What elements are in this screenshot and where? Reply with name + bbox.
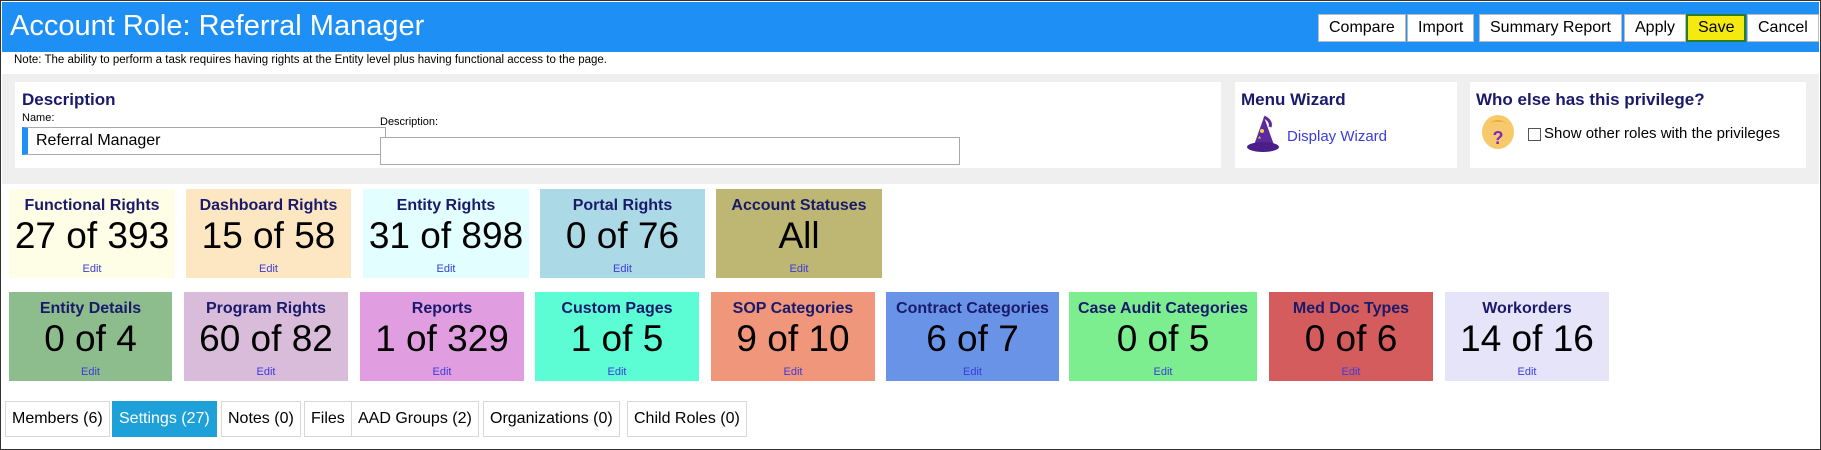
access-note: Note: The ability to perform a task requ… [14, 54, 608, 66]
tile-title: Entity Details [39, 300, 142, 317]
tile-title: Entity Rights [396, 197, 496, 214]
tile-title: Account Statuses [731, 197, 867, 214]
tile-title: Reports [411, 300, 473, 317]
name-input[interactable] [22, 127, 386, 155]
tile-edit-link[interactable]: Edit [1445, 366, 1609, 378]
tile-title: Functional Rights [24, 197, 160, 214]
tile-value: 0 of 5 [1116, 318, 1210, 359]
tile-title: Custom Pages [561, 300, 673, 317]
person-question-icon: ? [1482, 115, 1514, 149]
tile-value: 14 of 16 [1460, 318, 1594, 359]
tile-edit-link[interactable]: Edit [1069, 366, 1257, 378]
tile-edit-link[interactable]: Edit [1269, 366, 1433, 378]
tab-members[interactable]: Members (6) [5, 401, 110, 437]
show-other-roles-checkbox[interactable] [1528, 128, 1541, 141]
app-frame: Account Role: Referral Manager Compare I… [0, 0, 1821, 450]
tile-value: 60 of 82 [199, 318, 333, 359]
description-label: Description: [380, 116, 439, 128]
workorders-tile[interactable]: Workorders 14 of 16 Edit [1445, 292, 1609, 381]
tile-title: Dashboard Rights [199, 197, 338, 214]
contract-categories-tile[interactable]: Contract Categories 6 of 7 Edit [886, 292, 1059, 381]
tab-files[interactable]: Files [304, 401, 352, 437]
privilege-panel: Who else has this privilege? ? Show othe… [1470, 82, 1806, 168]
tile-value: All [778, 215, 820, 256]
tile-value: 15 of 58 [201, 215, 336, 256]
summary-report-button[interactable]: Summary Report [1479, 14, 1622, 42]
display-wizard-link[interactable]: Display Wizard [1287, 128, 1387, 145]
tile-edit-link[interactable]: Edit [886, 366, 1059, 378]
menu-wizard-heading: Menu Wizard [1241, 90, 1346, 109]
description-input[interactable] [380, 137, 960, 165]
tile-edit-link[interactable]: Edit [711, 366, 875, 378]
tile-title: Program Rights [205, 300, 326, 317]
dashboard-rights-tile[interactable]: Dashboard Rights 15 of 58 Edit [186, 189, 351, 278]
compare-button[interactable]: Compare [1318, 14, 1406, 42]
tile-value: 1 of 5 [570, 318, 664, 359]
show-other-roles-label: Show other roles with the privileges [1544, 125, 1780, 142]
description-heading: Description [22, 90, 116, 109]
tab-organizations[interactable]: Organizations (0) [483, 401, 620, 437]
description-panel: Description Name: Description: [15, 82, 1221, 168]
tab-notes[interactable]: Notes (0) [221, 401, 301, 437]
tile-value: 1 of 329 [375, 318, 509, 359]
tile-value: 9 of 10 [736, 318, 850, 359]
wizard-hat-icon [1247, 115, 1279, 152]
custom-pages-tile[interactable]: Custom Pages 1 of 5 Edit [535, 292, 699, 381]
tab-settings[interactable]: Settings (27) [112, 401, 217, 437]
tile-value: 0 of 4 [44, 318, 137, 359]
tile-edit-link[interactable]: Edit [9, 263, 175, 275]
reports-tile[interactable]: Reports 1 of 329 Edit [360, 292, 524, 381]
tile-title: Portal Rights [572, 197, 673, 214]
tile-value: 31 of 898 [368, 215, 524, 256]
tile-title: Case Audit Categories [1077, 300, 1249, 317]
tile-edit-link[interactable]: Edit [535, 366, 699, 378]
tile-value: 27 of 393 [14, 215, 170, 256]
svg-text:?: ? [1493, 128, 1504, 148]
import-button[interactable]: Import [1407, 14, 1475, 42]
program-rights-tile[interactable]: Program Rights 60 of 82 Edit [184, 292, 348, 381]
header-bar: Account Role: Referral Manager Compare I… [2, 2, 1819, 52]
name-label: Name: [22, 112, 55, 124]
tile-edit-link[interactable]: Edit [363, 263, 529, 275]
tile-value: 6 of 7 [926, 318, 1019, 359]
tile-edit-link[interactable]: Edit [360, 366, 524, 378]
tile-edit-link[interactable]: Edit [716, 263, 882, 275]
tile-title: Workorders [1482, 300, 1572, 317]
tile-value: 0 of 6 [1304, 318, 1398, 359]
entity-rights-tile[interactable]: Entity Rights 31 of 898 Edit [363, 189, 529, 278]
entity-details-tile[interactable]: Entity Details 0 of 4 Edit [9, 292, 172, 381]
tile-title: SOP Categories [732, 300, 854, 317]
tile-edit-link[interactable]: Edit [540, 263, 705, 275]
account-statuses-tile[interactable]: Account Statuses All Edit [716, 189, 882, 278]
tile-edit-link[interactable]: Edit [9, 366, 172, 378]
privilege-heading: Who else has this privilege? [1476, 90, 1705, 109]
cancel-button[interactable]: Cancel [1747, 14, 1819, 42]
tile-value: 0 of 76 [565, 215, 680, 256]
med-doc-types-tile[interactable]: Med Doc Types 0 of 6 Edit [1269, 292, 1433, 381]
tile-title: Contract Categories [896, 300, 1049, 317]
functional-rights-tile[interactable]: Functional Rights 27 of 393 Edit [9, 189, 175, 278]
tile-title: Med Doc Types [1292, 300, 1410, 317]
portal-rights-tile[interactable]: Portal Rights 0 of 76 Edit [540, 189, 705, 278]
tile-edit-link[interactable]: Edit [184, 366, 348, 378]
menu-wizard-panel: Menu Wizard Display Wizard [1235, 82, 1457, 168]
apply-button[interactable]: Apply [1624, 14, 1687, 42]
tab-aad-groups[interactable]: AAD Groups (2) [351, 401, 479, 437]
case-audit-categories-tile[interactable]: Case Audit Categories 0 of 5 Edit [1069, 292, 1257, 381]
sop-categories-tile[interactable]: SOP Categories 9 of 10 Edit [711, 292, 875, 381]
tab-child-roles[interactable]: Child Roles (0) [627, 401, 747, 437]
panel-area: Description Name: Description: Menu Wiza… [2, 74, 1819, 184]
page-title: Account Role: Referral Manager [10, 10, 425, 42]
tile-edit-link[interactable]: Edit [186, 263, 351, 275]
save-button[interactable]: Save [1686, 14, 1747, 42]
